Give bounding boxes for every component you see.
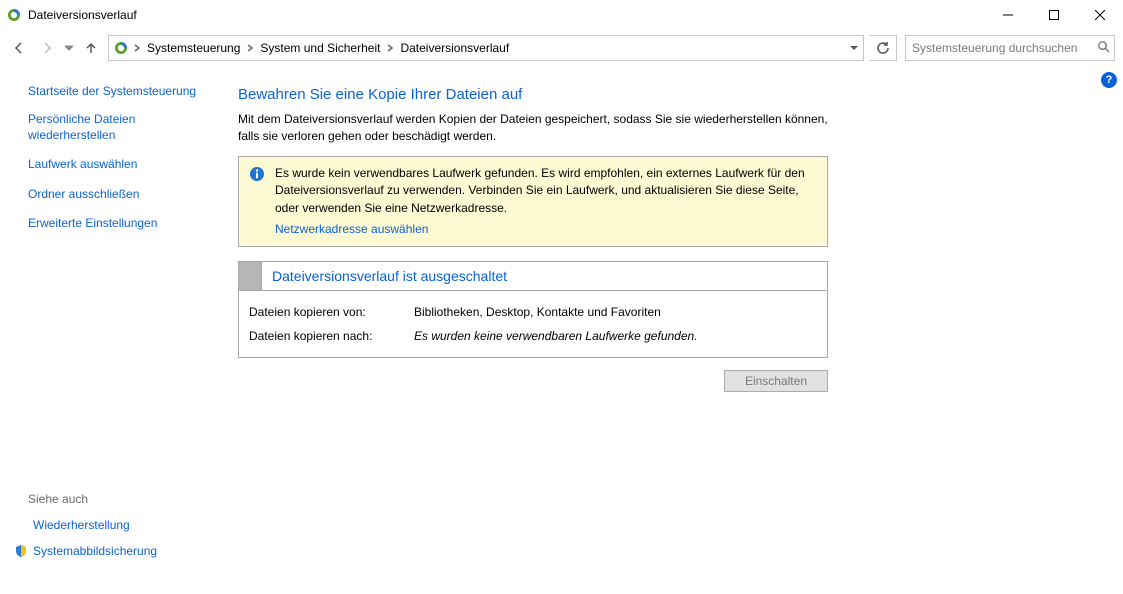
minimize-button[interactable] xyxy=(985,0,1031,30)
chevron-right-icon[interactable] xyxy=(133,41,141,55)
chevron-right-icon[interactable] xyxy=(386,41,394,55)
address-bar[interactable]: Systemsteuerung System und Sicherheit Da… xyxy=(108,35,864,61)
close-button[interactable] xyxy=(1077,0,1123,30)
sidebar-item-restore[interactable]: Persönliche Dateien wiederherstellen xyxy=(28,112,198,143)
status-text: Dateiversionsverlauf ist ausgeschaltet xyxy=(262,262,517,290)
search-icon[interactable] xyxy=(1097,40,1110,56)
maximize-button[interactable] xyxy=(1031,0,1077,30)
copy-to-label: Dateien kopieren nach: xyxy=(249,329,414,343)
breadcrumb-mid-label: System und Sicherheit xyxy=(260,41,380,55)
copy-from-value: Bibliotheken, Desktop, Kontakte und Favo… xyxy=(414,305,661,319)
shield-icon xyxy=(14,544,28,558)
search-box[interactable] xyxy=(905,35,1115,61)
breadcrumb-mid[interactable]: System und Sicherheit xyxy=(258,41,382,55)
sidebar-item-advanced-settings[interactable]: Erweiterte Einstellungen xyxy=(28,216,198,232)
status-bar: Dateiversionsverlauf ist ausgeschaltet xyxy=(238,261,828,291)
recent-locations-dropdown[interactable] xyxy=(64,44,74,52)
footer-link-recovery[interactable]: Wiederherstellung xyxy=(14,518,238,532)
turn-on-button[interactable]: Einschalten xyxy=(724,370,828,392)
page-title: Bewahren Sie eine Kopie Ihrer Dateien au… xyxy=(238,86,828,103)
up-button[interactable] xyxy=(80,37,102,59)
details-box: Dateien kopieren von: Bibliotheken, Desk… xyxy=(238,291,828,358)
breadcrumb-leaf[interactable]: Dateiversionsverlauf xyxy=(398,41,511,55)
chevron-right-icon[interactable] xyxy=(246,41,254,55)
app-icon xyxy=(6,7,22,23)
sidebar-home-link[interactable]: Startseite der Systemsteuerung xyxy=(28,84,238,98)
control-panel-icon xyxy=(113,40,129,56)
warning-text: Es wurde kein verwendbares Laufwerk gefu… xyxy=(275,166,805,215)
main-panel: Bewahren Sie eine Kopie Ihrer Dateien au… xyxy=(238,66,828,594)
back-button[interactable] xyxy=(8,37,30,59)
copy-to-value: Es wurden keine verwendbaren Laufwerke g… xyxy=(414,329,698,343)
navigation-bar: Systemsteuerung System und Sicherheit Da… xyxy=(0,30,1123,66)
window-titlebar: Dateiversionsverlauf xyxy=(0,0,1123,30)
breadcrumb-root-label: Systemsteuerung xyxy=(147,41,240,55)
window-title: Dateiversionsverlauf xyxy=(28,8,137,22)
see-also-heading: Siehe auch xyxy=(14,492,238,506)
search-input[interactable] xyxy=(910,40,1093,56)
copy-from-label: Dateien kopieren von: xyxy=(249,305,414,319)
refresh-button[interactable] xyxy=(870,35,897,61)
footer-link-system-image-backup[interactable]: Systemabbildsicherung xyxy=(14,544,238,558)
status-color-block xyxy=(239,262,262,290)
sidebar-item-exclude-folders[interactable]: Ordner ausschließen xyxy=(28,187,198,203)
warning-box: Es wurde kein verwendbares Laufwerk gefu… xyxy=(238,156,828,248)
sidebar: Startseite der Systemsteuerung Persönlic… xyxy=(0,66,238,594)
network-address-link[interactable]: Netzwerkadresse auswählen xyxy=(275,221,428,238)
forward-button[interactable] xyxy=(36,37,58,59)
info-icon xyxy=(249,166,265,182)
sidebar-item-select-drive[interactable]: Laufwerk auswählen xyxy=(28,157,198,173)
intro-text: Mit dem Dateiversionsverlauf werden Kopi… xyxy=(238,111,828,146)
breadcrumb-root[interactable]: Systemsteuerung xyxy=(145,41,242,55)
footer-link-recovery-label: Wiederherstellung xyxy=(33,518,130,532)
address-history-dropdown[interactable] xyxy=(845,36,863,60)
breadcrumb-leaf-label: Dateiversionsverlauf xyxy=(400,41,509,55)
footer-link-system-image-backup-label: Systemabbildsicherung xyxy=(33,544,157,558)
